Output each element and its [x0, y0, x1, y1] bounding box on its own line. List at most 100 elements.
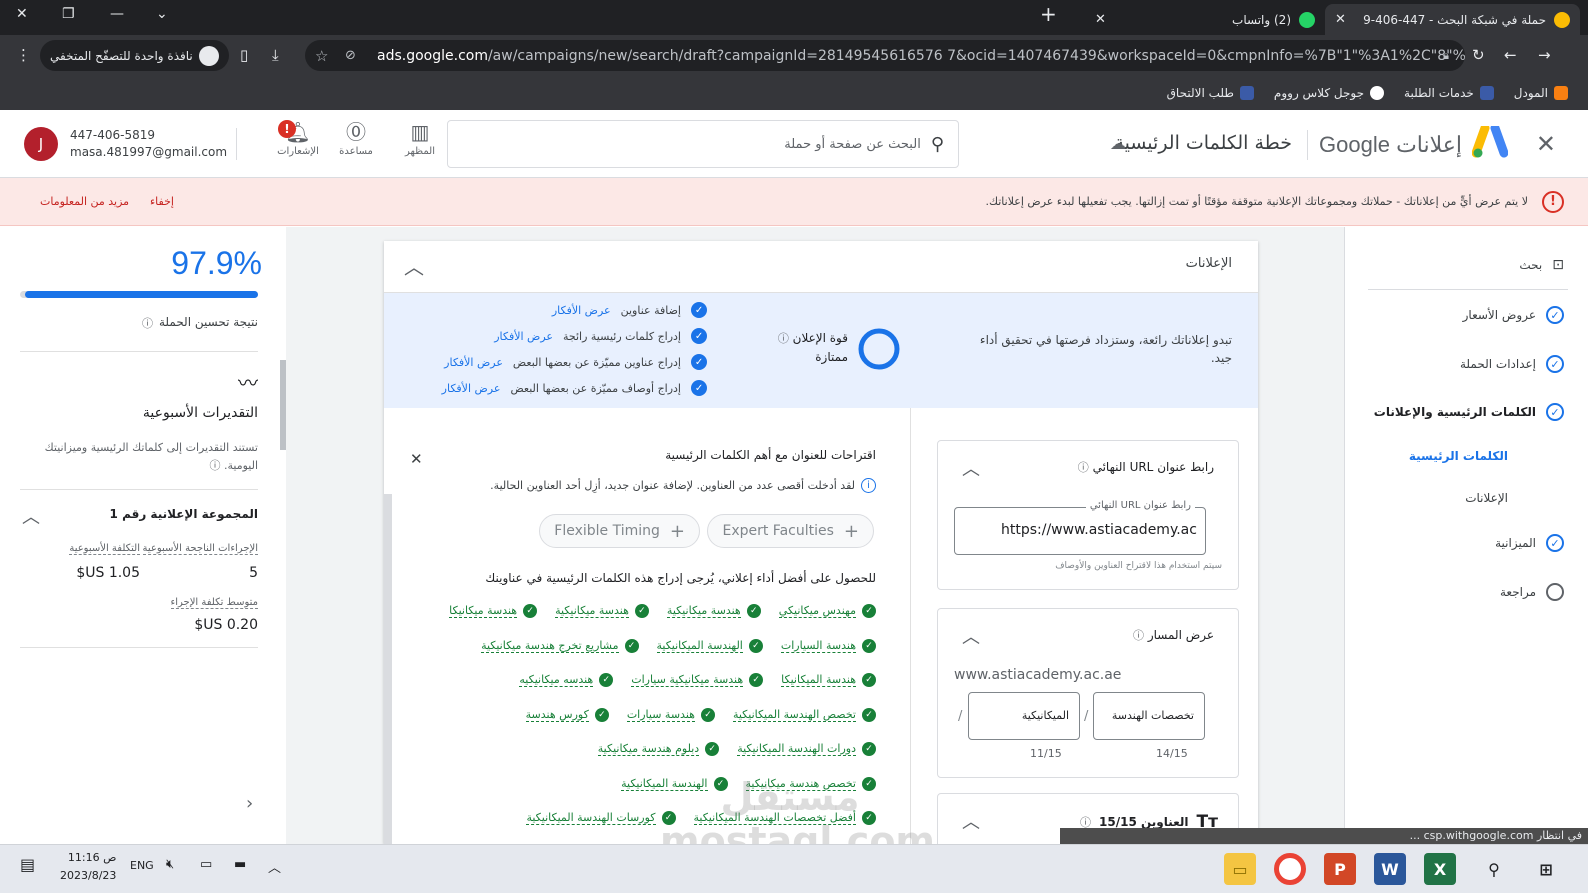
excel-icon[interactable]: X	[1424, 853, 1456, 885]
nav-item-campaign-settings[interactable]: ✓ إعدادات الحملة	[1460, 355, 1564, 373]
suggestion-item: ✓ إضافة عناوين عرض الأفكار	[552, 302, 707, 318]
bookmark-label: جوجل كلاس رووم	[1273, 86, 1365, 100]
collapse-chevron-icon[interactable]: ︿	[22, 503, 40, 529]
help-icon[interactable]: ⓘ	[142, 315, 153, 331]
tab-close-icon[interactable]: ✕	[1335, 12, 1346, 27]
account-switcher[interactable]: J 447-406-5819 masa.481997@gmail.com	[24, 127, 227, 161]
view-ideas-link[interactable]: عرض الأفكار	[444, 356, 503, 369]
view-ideas-link[interactable]: عرض الأفكار	[442, 382, 501, 395]
path1-input[interactable]: تخصصات الهندسة	[1093, 692, 1205, 740]
close-icon[interactable]: ✕	[410, 450, 423, 468]
new-tab-icon[interactable]: +	[1040, 2, 1057, 26]
battery-icon[interactable]: ▬	[234, 857, 246, 872]
keyword-item: ✓ هندسة ميكانيكا	[449, 604, 538, 618]
bookmark-star-icon[interactable]: ☆	[315, 47, 328, 65]
help-icon[interactable]: ⓘ	[209, 459, 220, 472]
url-input[interactable]: ☆ ⊘ ads.google.com/aw/campaigns/new/sear…	[305, 40, 1465, 71]
university-icon	[1239, 86, 1254, 100]
view-ideas-link[interactable]: عرض الأفكار	[494, 330, 553, 343]
close-icon[interactable]: ✕	[1536, 130, 1556, 158]
score-bar-fill	[25, 291, 258, 298]
back-icon[interactable]: →	[1538, 46, 1551, 64]
help-button[interactable]: ⓪ مساعدة	[330, 118, 382, 157]
powerpoint-icon[interactable]: P	[1324, 853, 1356, 885]
window-minimize-icon[interactable]: —	[110, 6, 124, 22]
help-icon[interactable]: ⓘ	[778, 332, 789, 345]
tab-google-ads[interactable]: حملة في شبكة البحث - 447-406-9 ✕	[1325, 4, 1580, 35]
side-panel-icon[interactable]: ▯	[240, 46, 248, 64]
window-close-icon[interactable]: ✕	[16, 6, 28, 22]
bookmark-admission[interactable]: طلب الالتحاق	[1167, 86, 1254, 100]
search-input[interactable]: البحث عن صفحة أو حملة ⚲	[447, 120, 959, 168]
keyword-item: ✓ مشاريع تخرج هندسة ميكانيكية	[481, 638, 639, 653]
search-icon[interactable]: ⚲	[1478, 853, 1510, 885]
appearance-button[interactable]: ▥ المظهر	[394, 118, 446, 157]
suggestion-chip[interactable]: Flexible Timing +	[539, 514, 700, 548]
nav-item-review[interactable]: مراجعة	[1500, 583, 1564, 601]
tracking-blocked-icon[interactable]: ⊘	[345, 48, 356, 63]
notifications-center-icon[interactable]: ▤	[20, 855, 35, 874]
collapse-chevron-icon[interactable]: ︿	[404, 251, 424, 280]
bookmark-moodle[interactable]: المودل	[1514, 86, 1568, 100]
learn-more-link[interactable]: مزيد من المعلومات	[40, 195, 129, 208]
nav-item-bids[interactable]: ✓ عروض الأسعار	[1463, 306, 1564, 324]
lock-icon[interactable]: 🔒︎	[1443, 49, 1449, 63]
file-explorer-icon[interactable]: ▭	[1224, 853, 1256, 885]
chrome-icon[interactable]	[1274, 853, 1306, 885]
trend-icon: 〰	[238, 371, 258, 395]
strength-label: قوة الإعلان	[792, 331, 848, 345]
network-icon[interactable]: ▭	[200, 857, 212, 872]
keyword-item: ✓ هندسة ميكانيكية	[555, 604, 649, 618]
download-icon[interactable]: ⤓	[272, 46, 279, 64]
browser-menu-icon[interactable]: ⋮	[16, 46, 31, 64]
suggestion-chip[interactable]: Expert Faculties +	[707, 514, 874, 548]
path2-input[interactable]: الميكانيكية	[968, 692, 1080, 740]
help-icon[interactable]: ⓘ	[1133, 629, 1144, 642]
sidebar-scrollbar[interactable]	[280, 360, 286, 450]
language-indicator[interactable]: ENG	[130, 859, 154, 872]
nav-subitem-ads[interactable]: الإعلانات	[1465, 491, 1508, 505]
notifications-button[interactable]: 🔔︎ الإشعارات !	[272, 118, 324, 157]
final-url-field[interactable]: رابط عنوان URL النهائي https://www.astia…	[954, 500, 1206, 555]
ads-card-header: الإعلانات ︿	[384, 241, 1258, 293]
bookmark-classroom[interactable]: جوجل كلاس رووم	[1273, 86, 1385, 100]
forward-icon[interactable]: ←	[1504, 46, 1517, 64]
show-hidden-icons-chevron-icon[interactable]: ︿	[268, 857, 281, 876]
url-host: ads.google.com	[377, 47, 488, 64]
tab-close-icon[interactable]: ✕	[1095, 12, 1106, 27]
reload-icon[interactable]: ↻	[1472, 46, 1485, 64]
collapse-chevron-icon[interactable]: ︿	[962, 455, 980, 481]
clock[interactable]: ص 11:16 2023/8/23	[60, 849, 116, 885]
collapse-chevron-icon[interactable]: ︿	[962, 808, 980, 834]
header-divider	[236, 128, 237, 160]
incognito-indicator[interactable]: نافذة واحدة للتصفّح المتخفي	[40, 40, 229, 71]
collapse-chevron-icon[interactable]: ︿	[962, 623, 980, 649]
tab-search-icon[interactable]: ⌄	[156, 6, 168, 22]
nav-search[interactable]: ⊡ بحث	[1519, 257, 1564, 273]
ad-fields-panel: رابط عنوان URL النهائي ⓘ ︿ رابط عنوان UR…	[911, 408, 1258, 844]
collapse-sidebar-chevron-icon[interactable]: ‹	[246, 793, 253, 814]
final-url-section: رابط عنوان URL النهائي ⓘ ︿ رابط عنوان UR…	[937, 440, 1239, 590]
nav-subitem-keywords[interactable]: الكلمات الرئيسية	[1409, 449, 1508, 463]
view-ideas-link[interactable]: عرض الأفكار	[552, 304, 611, 317]
green-check-icon: ✓	[624, 638, 639, 653]
nav-label: عروض الأسعار	[1462, 308, 1536, 322]
conversions-value: 5	[249, 565, 258, 581]
tab-whatsapp[interactable]: (2) واتساب ✕	[1085, 4, 1325, 35]
volume-muted-icon[interactable]: 🔇︎	[166, 857, 174, 872]
hide-alert-link[interactable]: إخفاء	[150, 195, 174, 208]
help-icon[interactable]: ⓘ	[1078, 461, 1089, 474]
green-check-icon: ✓	[594, 707, 609, 722]
check-icon: ✓	[691, 302, 707, 318]
window-maximize-icon[interactable]: ❐	[62, 6, 75, 22]
notification-badge: !	[278, 120, 296, 138]
keyword-row: ✓ دورات الهندسة الميكانيكية ✓ دبلوم هندسة م…	[597, 742, 876, 756]
bookmark-student-services[interactable]: خدمات الطلبة	[1404, 86, 1494, 100]
nav-item-keywords-ads[interactable]: ✓ الكلمات الرئيسية والإعلانات	[1374, 403, 1564, 421]
word-icon[interactable]: W	[1374, 853, 1406, 885]
panel-scrollbar[interactable]	[384, 494, 392, 844]
nav-item-budget[interactable]: ✓ الميزانية	[1495, 534, 1564, 552]
weekly-title: التقديرات الأسبوعية	[142, 405, 258, 421]
university-icon	[1479, 86, 1494, 100]
start-menu-icon[interactable]: ⊞	[1530, 853, 1562, 885]
